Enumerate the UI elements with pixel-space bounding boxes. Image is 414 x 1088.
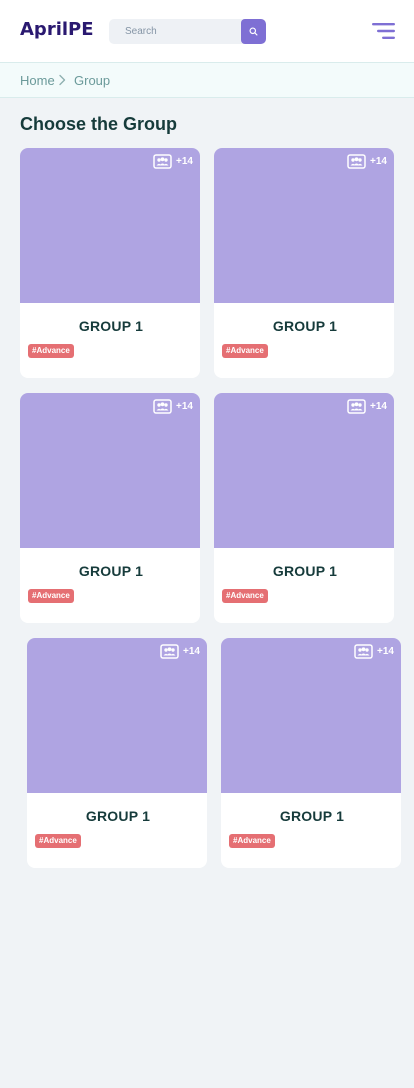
group-card[interactable]: +14 GROUP 1 #Advance [221, 638, 401, 868]
group-tag: #Advance [35, 834, 81, 848]
group-tag: #Advance [222, 344, 268, 358]
group-icon [347, 399, 366, 414]
group-tag: #Advance [222, 589, 268, 603]
member-count: +14 [176, 156, 193, 167]
member-badge: +14 [160, 644, 200, 659]
member-count: +14 [370, 156, 387, 167]
app-logo[interactable]: AprilPE [20, 19, 94, 40]
member-badge: +14 [347, 399, 387, 414]
group-card[interactable]: +14 GROUP 1 #Advance [20, 393, 200, 623]
group-cover-image [27, 638, 207, 793]
chevron-right-icon [59, 74, 66, 86]
group-card[interactable]: +14 GROUP 1 #Advance [214, 148, 394, 378]
search-input[interactable] [109, 19, 241, 44]
group-tag: #Advance [229, 834, 275, 848]
group-cover-image [214, 393, 394, 548]
search-bar [109, 19, 266, 44]
breadcrumb-home-link[interactable]: Home [20, 73, 55, 88]
member-badge: +14 [354, 644, 394, 659]
group-tag: #Advance [28, 589, 74, 603]
group-title: GROUP 1 [78, 318, 144, 334]
group-title: GROUP 1 [279, 808, 345, 824]
group-icon [153, 399, 172, 414]
search-icon [249, 27, 258, 36]
group-title: GROUP 1 [272, 563, 338, 579]
group-cover-image [20, 148, 200, 303]
member-count: +14 [176, 401, 193, 412]
member-badge: +14 [347, 154, 387, 169]
member-badge: +14 [153, 399, 193, 414]
member-count: +14 [377, 646, 394, 657]
group-tag: #Advance [28, 344, 74, 358]
group-card[interactable]: +14 GROUP 1 #Advance [27, 638, 207, 868]
member-badge: +14 [153, 154, 193, 169]
search-button[interactable] [241, 19, 266, 44]
breadcrumb-current: Group [74, 73, 111, 88]
page-title: Choose the Group [20, 114, 177, 134]
group-title: GROUP 1 [85, 808, 151, 824]
group-cover-image [214, 148, 394, 303]
group-icon [347, 154, 366, 169]
member-count: +14 [370, 401, 387, 412]
menu-icon [372, 23, 395, 39]
top-header: AprilPE [0, 0, 414, 62]
member-count: +14 [183, 646, 200, 657]
group-card[interactable]: +14 GROUP 1 #Advance [214, 393, 394, 623]
breadcrumb: Home Group [0, 62, 414, 98]
group-icon [354, 644, 373, 659]
group-title: GROUP 1 [272, 318, 338, 334]
menu-button[interactable] [372, 22, 395, 40]
group-cover-image [221, 638, 401, 793]
group-icon [160, 644, 179, 659]
group-card[interactable]: +14 GROUP 1 #Advance [20, 148, 200, 378]
group-cover-image [20, 393, 200, 548]
group-title: GROUP 1 [78, 563, 144, 579]
group-icon [153, 154, 172, 169]
